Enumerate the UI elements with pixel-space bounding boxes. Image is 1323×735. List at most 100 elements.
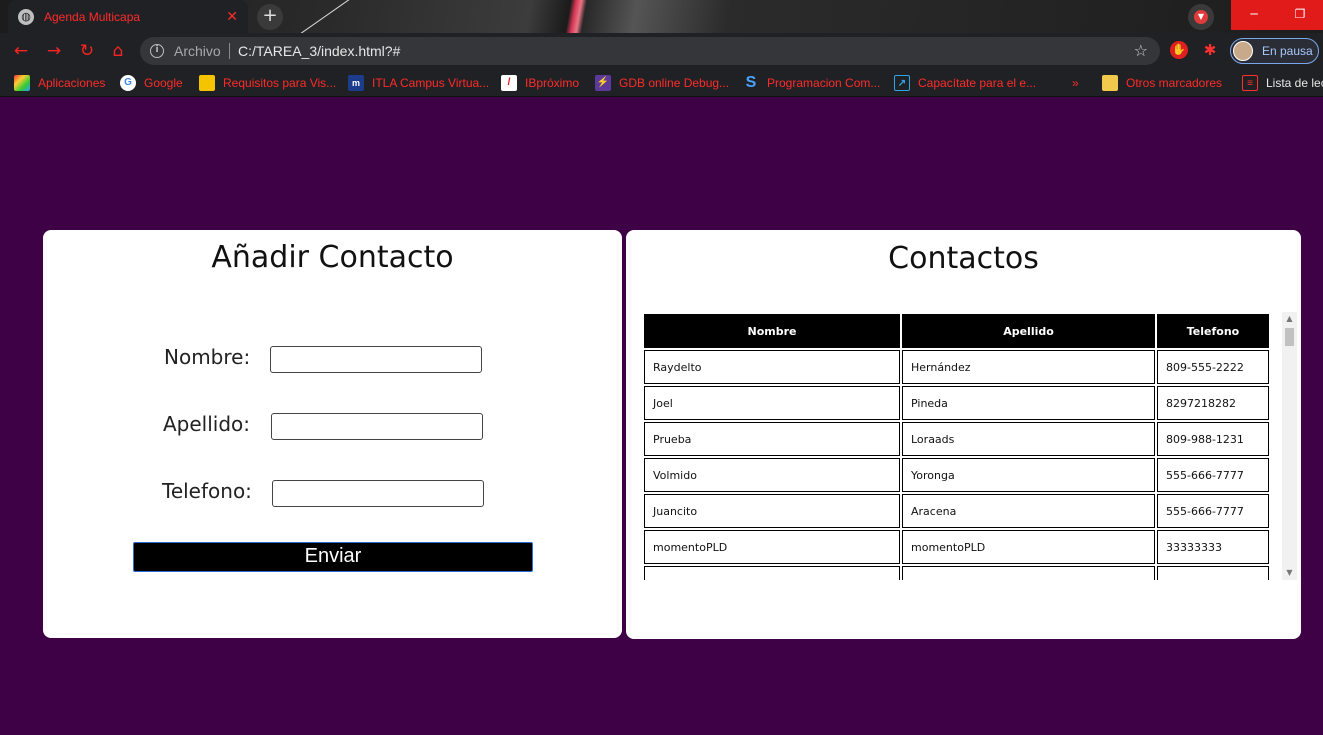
address-bar[interactable]: i Archivo C:/TAREA_3/index.html?# ☆ <box>140 37 1160 65</box>
profile-button[interactable]: En pausa <box>1230 38 1319 64</box>
contacts-table-container[interactable]: Nombre Apellido Telefono Raydelto Hernánd… <box>642 312 1297 580</box>
scrollbar-thumb[interactable] <box>1285 328 1294 346</box>
tab-strip: ◍ Agenda Multicapa ✕ + ▼ ─ ❐ <box>0 0 1323 33</box>
reading-list-icon: ≡ <box>1242 75 1258 91</box>
home-icon[interactable]: ⌂ <box>107 40 129 62</box>
cell-telefono: 33333333 <box>1157 530 1269 564</box>
cell-nombre: momentoPLD <box>644 530 900 564</box>
add-contact-card: Añadir Contacto Nombre: Apellido: Telefo… <box>43 230 622 638</box>
table-row[interactable]: Joel Pineda 8297218282 <box>644 386 1269 420</box>
table-row[interactable] <box>644 566 1269 580</box>
cell-telefono: 809-555-2222 <box>1157 350 1269 384</box>
cell-nombre <box>644 566 900 580</box>
cell-telefono: 8297218282 <box>1157 386 1269 420</box>
table-row[interactable]: momentoPLD momentoPLD 33333333 <box>644 530 1269 564</box>
contacts-table-body: Raydelto Hernández 809-555-2222 Joel Pineda 8… <box>644 350 1269 580</box>
table-scrollbar[interactable]: ▲ ▼ <box>1282 312 1297 580</box>
apellido-input[interactable] <box>271 413 483 440</box>
ib-icon: / <box>501 75 517 91</box>
close-icon[interactable]: ✕ <box>226 9 238 25</box>
bookmark-gdb[interactable]: ⚡ GDB online Debug... <box>595 75 729 91</box>
apellido-label: Apellido: <box>163 412 251 436</box>
reading-list-label: Lista de lec <box>1266 76 1323 90</box>
avatar <box>1233 41 1253 61</box>
google-icon: G <box>120 75 136 91</box>
scroll-down-arrow-icon[interactable]: ▼ <box>1282 566 1297 580</box>
browser-toolbar: ← → ↻ ⌂ i Archivo C:/TAREA_3/index.html?… <box>0 33 1323 69</box>
bookmark-programacion[interactable]: S Programacion Com... <box>743 74 881 91</box>
contacts-table: Nombre Apellido Telefono Raydelto Hernánd… <box>642 312 1271 580</box>
bookmarks-bar: Aplicaciones G Google Requisitos para Vi… <box>0 69 1323 97</box>
url-separator <box>229 43 230 59</box>
url-text[interactable]: C:/TAREA_3/index.html?# <box>238 43 400 59</box>
bookmark-google[interactable]: G Google <box>120 75 183 91</box>
reading-list-button[interactable]: ≡ Lista de lec <box>1242 75 1323 91</box>
bookmark-itla[interactable]: m ITLA Campus Virtua... <box>348 75 489 91</box>
bookmarks-overflow-button[interactable]: » <box>1072 75 1079 91</box>
s-icon: S <box>745 74 757 91</box>
bookmark-yellow-icon <box>199 75 215 91</box>
column-header-telefono: Telefono <box>1157 314 1269 348</box>
cell-apellido: Loraads <box>902 422 1155 456</box>
bookmark-label: Capacítate para el e... <box>918 76 1037 90</box>
minimize-button[interactable]: ─ <box>1231 0 1277 30</box>
table-row[interactable]: Volmido Yoronga 555-666-7777 <box>644 458 1269 492</box>
table-row[interactable]: Juancito Aracena 555-666-7777 <box>644 494 1269 528</box>
bookmark-label: IBpróximo <box>525 76 580 90</box>
cell-telefono: 555-666-7777 <box>1157 458 1269 492</box>
contacts-card: Contactos Nombre Apellido Telefono Rayde… <box>626 230 1301 639</box>
info-icon[interactable]: i <box>150 44 164 58</box>
extension-hand-icon[interactable]: ✋ <box>1170 41 1188 59</box>
bookmark-label: Programacion Com... <box>767 76 881 90</box>
cell-apellido: Aracena <box>902 494 1155 528</box>
globe-icon: ◍ <box>18 8 34 25</box>
chevron-down-icon: ▼ <box>1194 10 1208 24</box>
telefono-input[interactable] <box>272 480 484 507</box>
theme-decoration-line <box>296 0 354 33</box>
tab-search-button[interactable]: ▼ <box>1188 4 1214 30</box>
bookmark-other[interactable]: Otros marcadores <box>1102 75 1222 91</box>
restore-button[interactable]: ❐ <box>1277 0 1323 30</box>
back-arrow-icon[interactable]: ← <box>10 40 32 62</box>
cell-apellido: Pineda <box>902 386 1155 420</box>
forward-arrow-icon[interactable]: → <box>43 40 65 62</box>
bookmark-label: ITLA Campus Virtua... <box>372 76 490 90</box>
table-row[interactable]: Prueba Loraads 809-988-1231 <box>644 422 1269 456</box>
apps-grid-icon <box>14 75 30 91</box>
bookmark-ib[interactable]: / IBpróximo <box>501 75 579 91</box>
new-tab-button[interactable]: + <box>257 4 283 30</box>
cell-telefono: 555-666-7777 <box>1157 494 1269 528</box>
cell-telefono: 809-988-1231 <box>1157 422 1269 456</box>
form-title: Añadir Contacto <box>211 240 454 275</box>
bookmark-label: Otros marcadores <box>1126 76 1223 90</box>
bookmark-capacitate[interactable]: ↗ Capacítate para el e... <box>894 75 1036 91</box>
telefono-label: Telefono: <box>162 479 252 503</box>
cell-apellido: Hernández <box>902 350 1155 384</box>
table-row[interactable]: Raydelto Hernández 809-555-2222 <box>644 350 1269 384</box>
bookmark-label: Requisitos para Vis... <box>223 76 337 90</box>
column-header-apellido: Apellido <box>902 314 1155 348</box>
table-header-row: Nombre Apellido Telefono <box>644 314 1269 348</box>
puzzle-icon[interactable]: ✱ <box>1201 41 1219 59</box>
bookmark-label: GDB online Debug... <box>619 76 730 90</box>
cell-nombre: Raydelto <box>644 350 900 384</box>
column-header-nombre: Nombre <box>644 314 900 348</box>
reload-icon[interactable]: ↻ <box>76 40 98 62</box>
itla-icon: m <box>348 75 364 91</box>
bookmark-aplicaciones[interactable]: Aplicaciones <box>14 75 105 91</box>
cell-apellido <box>902 566 1155 580</box>
capacitate-icon: ↗ <box>894 75 910 91</box>
profile-status: En pausa <box>1262 44 1313 58</box>
star-icon[interactable]: ☆ <box>1134 41 1148 60</box>
bookmark-label: Google <box>144 76 183 90</box>
nombre-input[interactable] <box>270 346 482 373</box>
contacts-title: Contactos <box>888 241 1039 276</box>
scroll-up-arrow-icon[interactable]: ▲ <box>1282 312 1297 326</box>
bookmark-requisitos[interactable]: Requisitos para Vis... <box>199 75 336 91</box>
cell-nombre: Juancito <box>644 494 900 528</box>
nombre-label: Nombre: <box>164 345 251 369</box>
active-tab[interactable]: ◍ Agenda Multicapa ✕ <box>8 0 248 33</box>
enviar-button[interactable]: Enviar <box>133 542 533 572</box>
cell-nombre: Joel <box>644 386 900 420</box>
cell-telefono <box>1157 566 1269 580</box>
